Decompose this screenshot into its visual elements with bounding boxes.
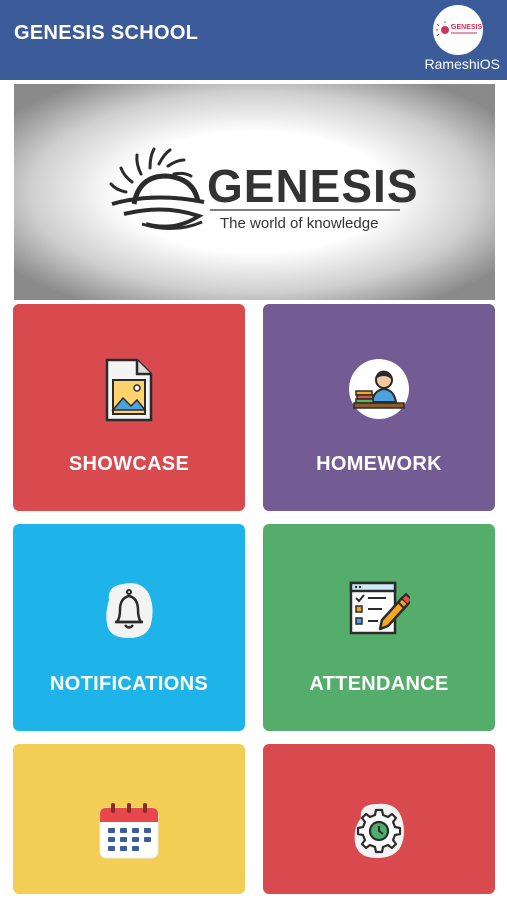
calendar-tile[interactable] [13,744,245,894]
app-title: GENESIS SCHOOL [14,22,199,44]
showcase-tile[interactable]: SHOWCASE [13,304,245,511]
calendar-icon [97,802,161,865]
notifications-label: NOTIFICATIONS [50,673,208,695]
genesis-logo-icon: GENESIS [436,21,482,37]
showcase-label: SHOWCASE [68,453,190,475]
profile-avatar[interactable]: GENESIS [433,5,483,55]
homework-tile[interactable]: HOMEWORK [263,304,495,511]
attendance-tile[interactable]: ATTENDANCE [263,524,495,731]
genesis-banner-logo: GENESIS The world of knowledge [109,147,419,232]
attendance-label: ATTENDANCE [309,673,449,695]
gear-clock-icon [351,800,407,865]
notifications-tile[interactable]: NOTIFICATIONS [13,524,245,731]
banner-tagline-text: The world of knowledge [220,215,378,232]
settings-tile[interactable] [263,744,495,894]
checklist-pencil-icon [348,580,414,643]
student-reading-icon [348,358,410,425]
svg-text:GENESIS: GENESIS [451,24,482,31]
school-banner: GENESIS The world of knowledge [14,84,495,300]
app-header: GENESIS SCHOOL GENESIS RameshiOS [0,0,507,80]
username-label: RameshiOS [424,56,500,72]
image-document-icon [103,358,155,427]
bell-icon [101,580,157,645]
homework-label: HOMEWORK [316,453,442,475]
banner-brand-text: GENESIS [207,160,419,212]
